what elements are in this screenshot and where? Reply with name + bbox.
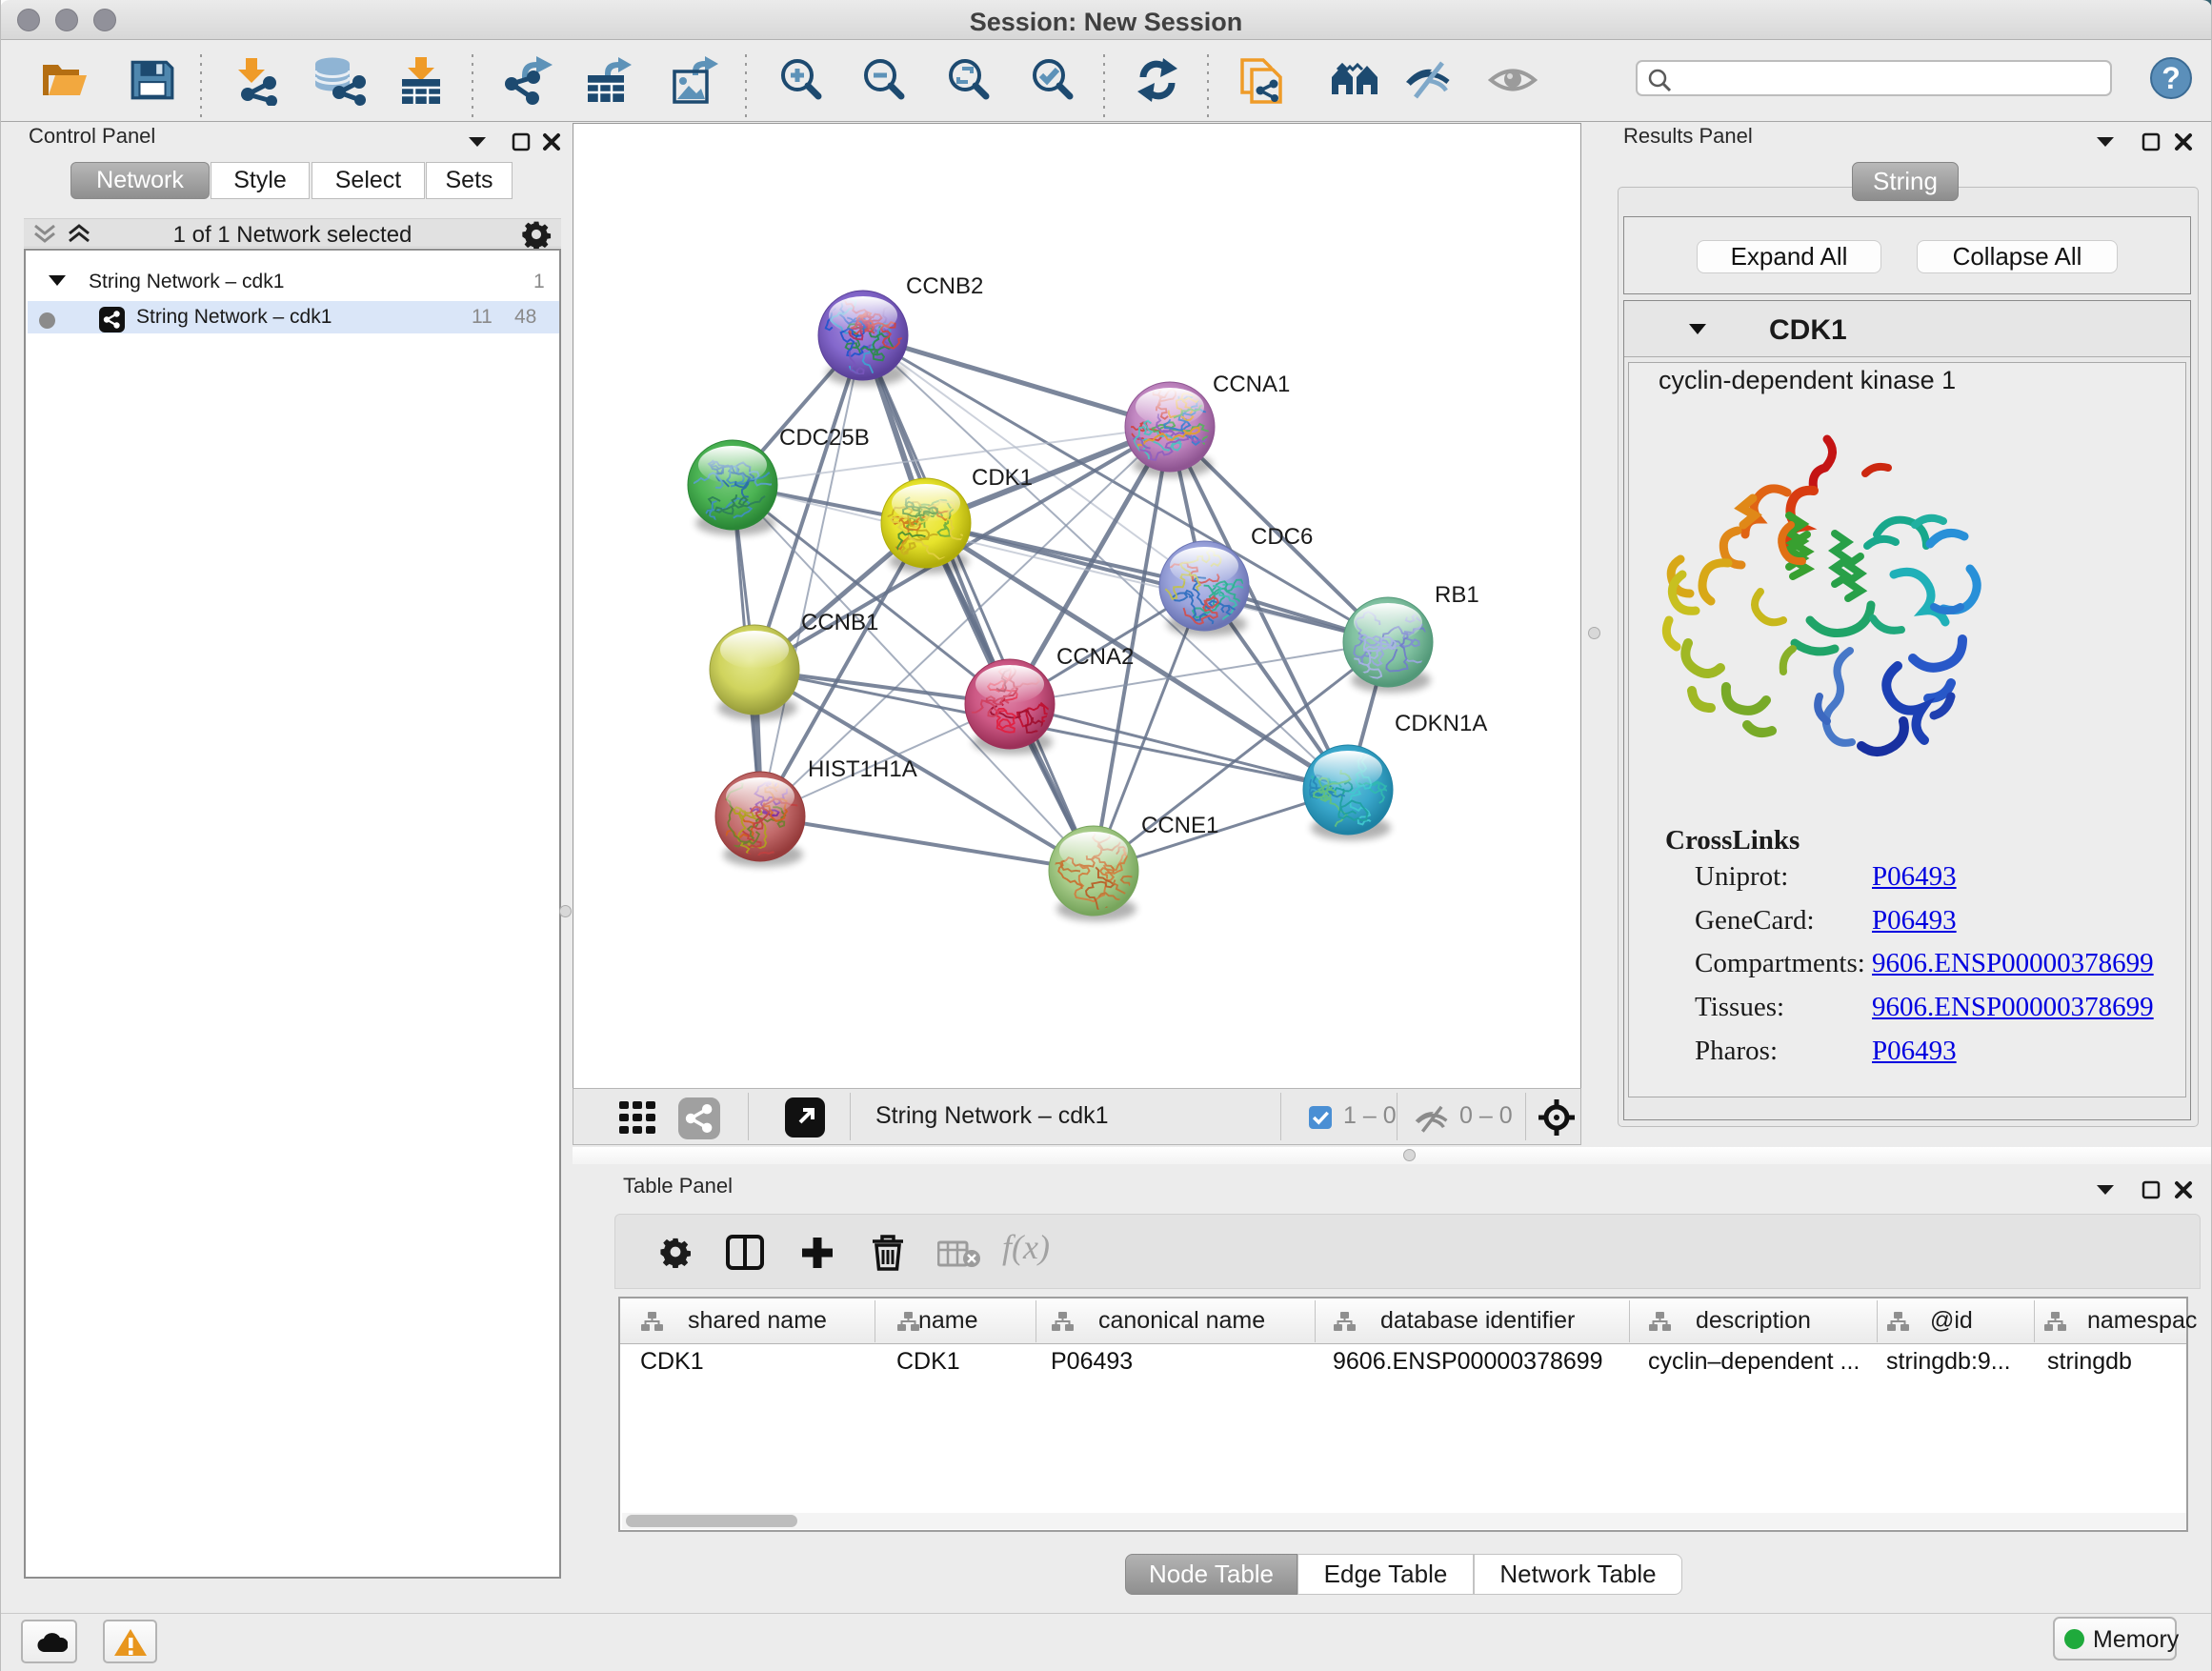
svg-text:CCNA1: CCNA1: [1213, 372, 1290, 397]
svg-text:CDC6: CDC6: [1251, 524, 1313, 550]
svg-text:CDC25B: CDC25B: [779, 425, 870, 451]
svg-text:CDKN1A: CDKN1A: [1395, 711, 1487, 736]
svg-text:CCNE1: CCNE1: [1141, 813, 1218, 838]
svg-text:?: ?: [2162, 61, 2181, 95]
svg-text:HIST1H1A: HIST1H1A: [808, 756, 917, 782]
svg-text:RB1: RB1: [1435, 582, 1479, 608]
svg-text:CCNB1: CCNB1: [801, 610, 878, 635]
svg-text:CCNA2: CCNA2: [1056, 644, 1134, 670]
svg-text:CDK1: CDK1: [972, 465, 1033, 491]
svg-text:CCNB2: CCNB2: [906, 273, 983, 299]
